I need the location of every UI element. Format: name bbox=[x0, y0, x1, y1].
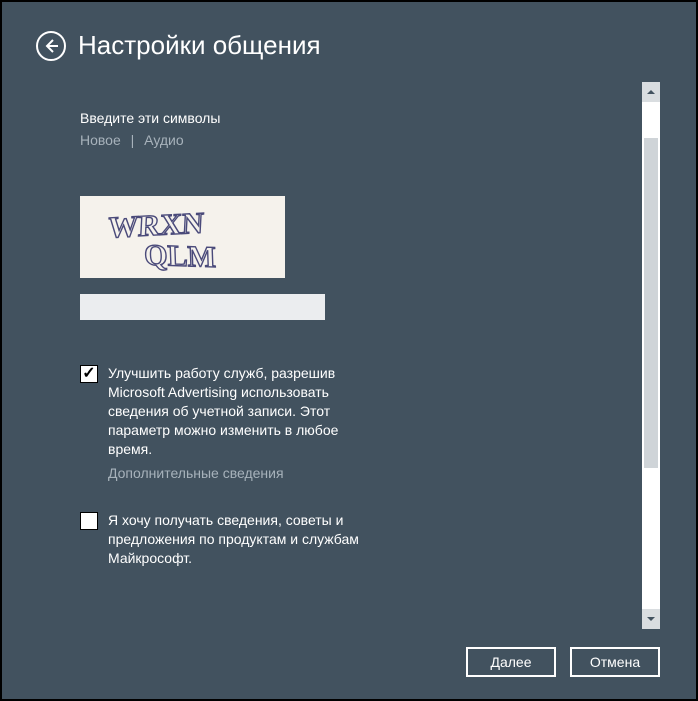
scroll-down-button[interactable] bbox=[642, 609, 660, 629]
cancel-button[interactable]: Отмена bbox=[570, 647, 660, 677]
captcha-text-2: QLM bbox=[144, 239, 217, 274]
arrow-left-icon bbox=[43, 38, 59, 54]
next-button[interactable]: Далее bbox=[466, 647, 556, 677]
footer-buttons: Далее Отмена bbox=[466, 647, 660, 677]
more-info-link[interactable]: Дополнительные сведения bbox=[108, 464, 284, 483]
header: Настройки общения bbox=[2, 2, 696, 61]
scroll-up-button[interactable] bbox=[642, 82, 660, 102]
separator: | bbox=[131, 132, 135, 148]
back-button[interactable] bbox=[36, 31, 66, 61]
page-title: Настройки общения bbox=[78, 30, 321, 61]
chevron-up-icon bbox=[646, 87, 656, 97]
checkbox-advertising[interactable] bbox=[80, 365, 98, 383]
option-advertising-label: Улучшить работу служб, разрешив Microsof… bbox=[108, 365, 338, 457]
scroll-thumb[interactable] bbox=[644, 138, 658, 468]
dialog-window: Настройки общения Введите эти символы Но… bbox=[0, 0, 698, 701]
captcha-input[interactable] bbox=[80, 294, 325, 320]
captcha-image: WRXN QLM bbox=[80, 196, 285, 278]
captcha-instruction: Введите эти символы bbox=[80, 110, 602, 126]
captcha-links: Новое | Аудио bbox=[80, 132, 602, 148]
scroll-track[interactable] bbox=[642, 102, 660, 609]
checkbox-marketing[interactable] bbox=[80, 512, 98, 530]
option-advertising-text: Улучшить работу служб, разрешив Microsof… bbox=[108, 364, 360, 483]
chevron-down-icon bbox=[646, 614, 656, 624]
captcha-audio-link[interactable]: Аудио bbox=[144, 132, 184, 148]
option-advertising: Улучшить работу служб, разрешив Microsof… bbox=[80, 364, 360, 483]
option-marketing: Я хочу получать сведения, советы и предл… bbox=[80, 511, 360, 568]
vertical-scrollbar[interactable] bbox=[642, 82, 660, 629]
option-marketing-label: Я хочу получать сведения, советы и предл… bbox=[108, 511, 360, 568]
content-area: Введите эти символы Новое | Аудио WRXN Q… bbox=[36, 82, 660, 629]
captcha-new-link[interactable]: Новое bbox=[80, 132, 121, 148]
form-content: Введите эти символы Новое | Аудио WRXN Q… bbox=[36, 82, 642, 629]
